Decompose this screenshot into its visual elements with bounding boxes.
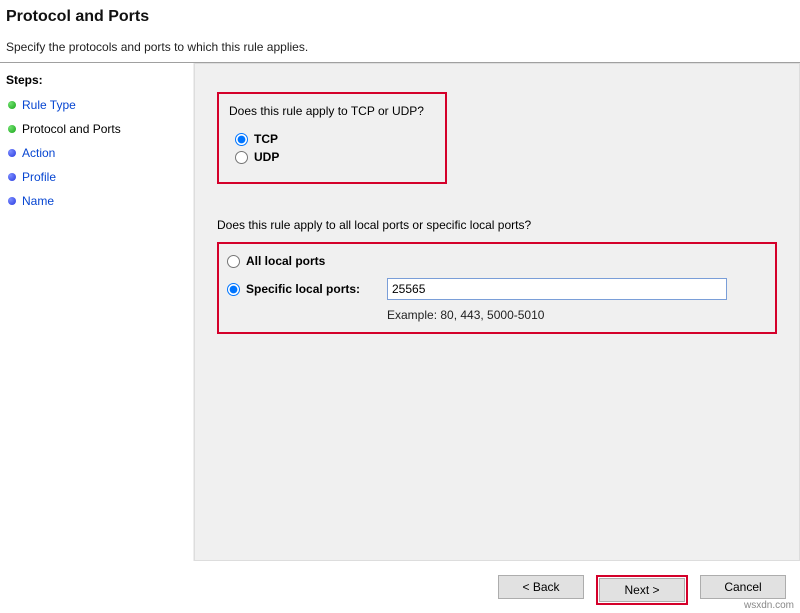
specific-ports-input[interactable]	[387, 278, 727, 300]
step-label: Profile	[22, 170, 56, 184]
step-name[interactable]: Name	[6, 189, 185, 213]
step-protocol-and-ports: Protocol and Ports	[6, 117, 185, 141]
step-action[interactable]: Action	[6, 141, 185, 165]
step-profile[interactable]: Profile	[6, 165, 185, 189]
page-title: Protocol and Ports	[6, 8, 794, 26]
radio-udp[interactable]	[235, 151, 248, 164]
radio-all-ports-label: All local ports	[246, 254, 325, 268]
back-button[interactable]: < Back	[498, 575, 584, 599]
step-label: Protocol and Ports	[22, 122, 121, 136]
bullet-icon	[8, 101, 16, 109]
radio-tcp-label: TCP	[254, 132, 278, 146]
radio-udp-label: UDP	[254, 150, 279, 164]
radio-row-specific-ports[interactable]: Specific local ports:	[227, 282, 387, 296]
bullet-icon	[8, 125, 16, 133]
wizard-footer: < Back Next > Cancel	[0, 575, 792, 605]
ports-group: All local ports Specific local ports: Ex…	[217, 242, 777, 334]
step-rule-type[interactable]: Rule Type	[6, 93, 185, 117]
cancel-button[interactable]: Cancel	[700, 575, 786, 599]
step-label: Rule Type	[22, 98, 76, 112]
radio-specific-ports-label: Specific local ports:	[246, 282, 360, 296]
question-protocol: Does this rule apply to TCP or UDP?	[229, 104, 435, 118]
radio-all-local-ports[interactable]	[227, 255, 240, 268]
radio-tcp[interactable]	[235, 133, 248, 146]
radio-specific-local-ports[interactable]	[227, 283, 240, 296]
radio-row-all-ports[interactable]: All local ports	[227, 254, 765, 268]
steps-heading: Steps:	[6, 73, 185, 87]
bullet-icon	[8, 149, 16, 157]
bullet-icon	[8, 173, 16, 181]
radio-row-tcp[interactable]: TCP	[235, 132, 435, 146]
main-panel: Does this rule apply to TCP or UDP? TCP …	[194, 63, 800, 561]
protocol-group: Does this rule apply to TCP or UDP? TCP …	[217, 92, 447, 184]
next-highlight: Next >	[596, 575, 688, 605]
radio-row-udp[interactable]: UDP	[235, 150, 435, 164]
question-ports: Does this rule apply to all local ports …	[217, 218, 777, 232]
step-label: Name	[22, 194, 54, 208]
bullet-icon	[8, 197, 16, 205]
ports-example-label: Example: 80, 443, 5000-5010	[387, 306, 765, 322]
watermark: wsxdn.com	[744, 600, 794, 611]
steps-sidebar: Steps: Rule Type Protocol and Ports Acti…	[0, 63, 194, 561]
step-label: Action	[22, 146, 55, 160]
page-subtitle: Specify the protocols and ports to which…	[6, 40, 794, 54]
next-button[interactable]: Next >	[599, 578, 685, 602]
